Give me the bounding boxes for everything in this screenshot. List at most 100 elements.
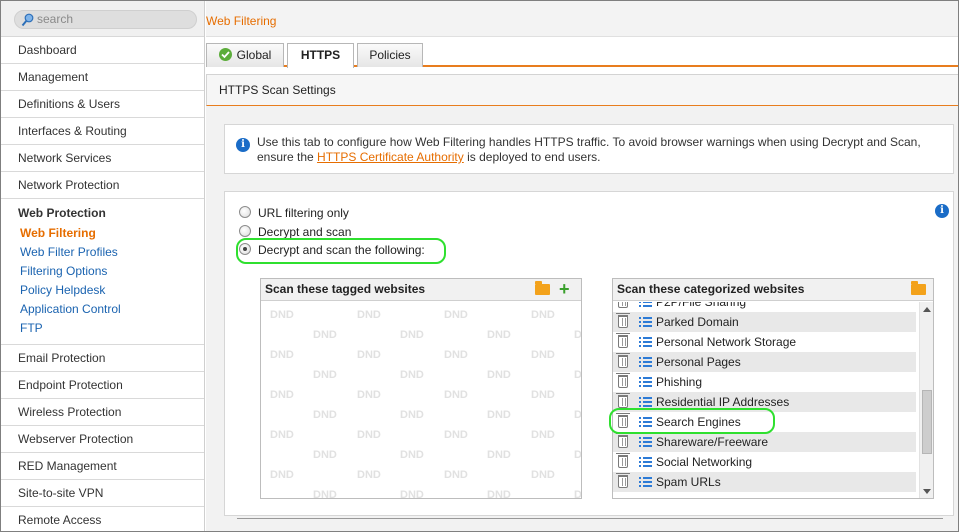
dnd-watermark: DND	[444, 429, 468, 441]
app-window: Dashboard Management Definitions & Users…	[0, 0, 959, 532]
section-title: HTTPS Scan Settings	[206, 74, 958, 106]
list-icon	[639, 457, 652, 467]
tab-policies[interactable]: Policies	[357, 43, 423, 67]
folder-icon[interactable]	[911, 281, 926, 295]
category-label: Spam URLs	[656, 475, 721, 489]
tagged-websites-list[interactable]: Scan these tagged websites + DND DND DND DN…	[260, 278, 582, 499]
dnd-watermark: DND	[531, 349, 555, 361]
dnd-watermark: DND	[574, 369, 581, 381]
dnd-watermark: DND	[574, 409, 581, 421]
category-row[interactable]: Shareware/Freeware	[613, 432, 916, 452]
sidebar-item-web-protection[interactable]: Web Protection	[18, 205, 204, 221]
dnd-watermark: DND	[444, 389, 468, 401]
trash-icon[interactable]	[616, 373, 630, 388]
tab-bar: Global HTTPS Policies	[206, 37, 958, 68]
scrollbar[interactable]	[919, 302, 933, 498]
scroll-down-arrow-icon[interactable]	[923, 489, 931, 494]
category-label: Social Networking	[656, 455, 753, 469]
sidebar-item-network-protection[interactable]: Network Protection	[1, 172, 204, 199]
category-row[interactable]: Parked Domain	[613, 312, 916, 332]
trash-icon[interactable]	[616, 333, 630, 348]
radio-button[interactable]	[239, 206, 251, 218]
dnd-watermark: DND	[400, 329, 424, 341]
categorized-websites-header: Scan these categorized websites	[613, 279, 933, 301]
sidebar-item-site-to-site-vpn[interactable]: Site-to-site VPN	[1, 480, 204, 507]
sidebar-item-network-services[interactable]: Network Services	[1, 145, 204, 172]
trash-icon[interactable]	[616, 433, 630, 448]
tab-global[interactable]: Global	[206, 43, 284, 67]
sidebar-item-dashboard[interactable]: Dashboard	[1, 37, 204, 64]
sidebar-item-management[interactable]: Management	[1, 64, 204, 91]
dnd-watermark: DND	[357, 309, 381, 321]
dnd-watermark: DND	[270, 309, 294, 321]
sidebar-item-interfaces-routing[interactable]: Interfaces & Routing	[1, 118, 204, 145]
add-icon[interactable]: +	[559, 279, 570, 300]
trash-icon[interactable]	[616, 353, 630, 368]
scroll-thumb[interactable]	[922, 390, 932, 454]
sidebar-group-web-protection: Web Protection Web Filtering Web Filter …	[1, 199, 204, 345]
sidebar-subitem-policy-helpdesk[interactable]: Policy Helpdesk	[18, 281, 204, 300]
dnd-drop-area[interactable]: DND DND DND DND DND DND DND DND DND DND DND DND DND D…	[261, 302, 581, 498]
category-row[interactable]: Phishing	[613, 372, 916, 392]
category-row[interactable]: P2P/File Sharing	[613, 302, 916, 312]
tab-https[interactable]: HTTPS	[287, 43, 354, 68]
radio-button[interactable]	[239, 225, 251, 237]
dnd-watermark: DND	[270, 349, 294, 361]
sidebar-item-endpoint-protection[interactable]: Endpoint Protection	[1, 372, 204, 399]
scroll-up-arrow-icon[interactable]	[923, 307, 931, 312]
dnd-watermark: DND	[531, 469, 555, 481]
dnd-watermark: DND	[357, 469, 381, 481]
search-box[interactable]	[14, 10, 197, 29]
trash-icon[interactable]	[616, 473, 630, 488]
tagged-websites-title: Scan these tagged websites	[265, 282, 426, 296]
dnd-watermark: DND	[270, 469, 294, 481]
category-label: Phishing	[656, 375, 703, 389]
list-icon	[639, 397, 652, 407]
info-icon: i	[236, 138, 250, 152]
info-text-suffix: is deployed to end users.	[463, 150, 601, 164]
sidebar-item-definitions-users[interactable]: Definitions & Users	[1, 91, 204, 118]
sidebar-subitem-web-filtering[interactable]: Web Filtering	[18, 224, 204, 243]
sidebar-subitem-ftp[interactable]: FTP	[18, 319, 204, 338]
dnd-watermark: DND	[270, 389, 294, 401]
trash-icon[interactable]	[616, 393, 630, 408]
dnd-watermark: DND	[531, 309, 555, 321]
check-circle-icon	[218, 48, 232, 61]
category-row[interactable]: Personal Pages	[613, 352, 916, 372]
list-icon	[639, 477, 652, 487]
list-icon	[639, 302, 652, 307]
category-list: P2P/File Sharing Parked Domain Personal Ne…	[613, 302, 920, 498]
sidebar-item-webserver-protection[interactable]: Webserver Protection	[1, 426, 204, 453]
radio-url-filtering-only[interactable]: URL filtering only	[239, 205, 349, 222]
list-icon	[639, 377, 652, 387]
category-row[interactable]: Spam URLs	[613, 472, 916, 492]
trash-icon[interactable]	[616, 313, 630, 328]
dnd-watermark: DND	[400, 369, 424, 381]
breadcrumb-bar: Web Filtering	[206, 1, 958, 37]
sidebar-item-red-management[interactable]: RED Management	[1, 453, 204, 480]
trash-icon[interactable]	[618, 302, 628, 308]
info-box: i Use this tab to configure how Web Filt…	[224, 124, 954, 174]
categorized-websites-title: Scan these categorized websites	[617, 282, 805, 296]
info-icon[interactable]: i	[935, 204, 949, 218]
sidebar-item-wireless-protection[interactable]: Wireless Protection	[1, 399, 204, 426]
sidebar-subitem-web-filter-profiles[interactable]: Web Filter Profiles	[18, 243, 204, 262]
folder-icon[interactable]	[535, 281, 550, 295]
dnd-watermark: DND	[574, 489, 581, 498]
category-row[interactable]: Social Networking	[613, 452, 916, 472]
sidebar-subitem-filtering-options[interactable]: Filtering Options	[18, 262, 204, 281]
sidebar-item-remote-access[interactable]: Remote Access	[1, 507, 204, 531]
radio-label: Decrypt and scan	[258, 225, 352, 239]
categorized-websites-list[interactable]: Scan these categorized websites P2P/File…	[612, 278, 934, 499]
trash-icon[interactable]	[616, 453, 630, 468]
https-certificate-authority-link[interactable]: HTTPS Certificate Authority	[317, 150, 464, 164]
dnd-watermark: DND	[487, 489, 511, 498]
search-input[interactable]	[37, 12, 187, 26]
dnd-watermark: DND	[400, 449, 424, 461]
highlight-ring	[236, 238, 446, 264]
category-row[interactable]: Personal Network Storage	[613, 332, 916, 352]
sidebar-subitem-application-control[interactable]: Application Control	[18, 300, 204, 319]
sidebar-item-email-protection[interactable]: Email Protection	[1, 345, 204, 372]
dnd-watermark: DND	[313, 449, 337, 461]
category-label: Shareware/Freeware	[656, 435, 769, 449]
